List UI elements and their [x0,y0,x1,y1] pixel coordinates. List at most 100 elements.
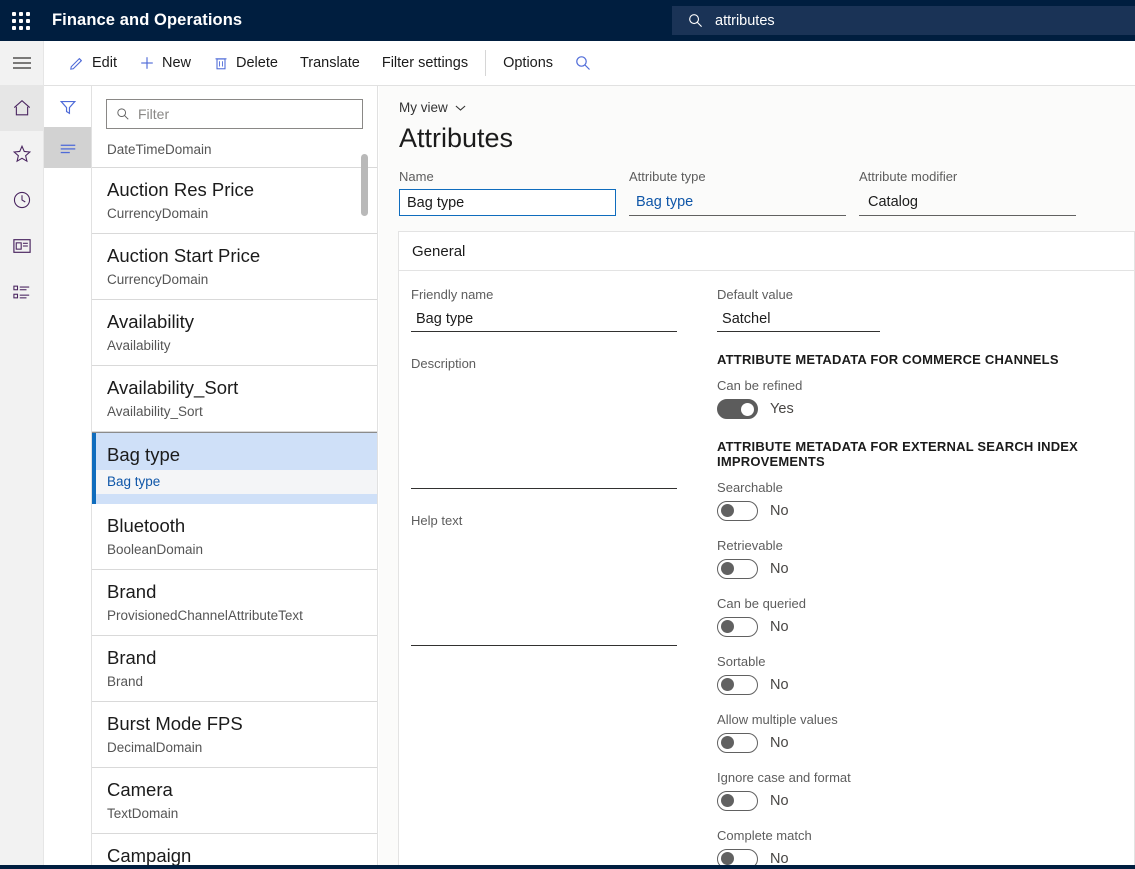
command-search-button[interactable] [564,41,609,86]
view-selector-label: My view [399,100,448,115]
help-text-label: Help text [411,513,677,528]
attribute-type-input[interactable]: Bag type [629,189,846,216]
toggle-value: Yes [770,401,794,417]
new-button[interactable]: New [128,41,202,86]
toggle-switch[interactable] [717,733,758,753]
clock-icon[interactable] [0,177,44,223]
search-icon [575,55,591,71]
list-item[interactable]: BrandProvisionedChannelAttributeText [92,570,377,636]
bottom-status-bar [0,865,1135,869]
toggle-switch[interactable] [717,501,758,521]
toggle-switch[interactable] [717,791,758,811]
filter-settings-button[interactable]: Filter settings [371,41,479,86]
header-fields: Name Bag type Attribute type Bag type At… [399,169,1135,216]
delete-button[interactable]: Delete [202,41,289,86]
list-item-selected[interactable]: Bag typeBag type [92,432,377,504]
general-left-column: Friendly name Bag type Description Help … [411,287,677,869]
name-input[interactable]: Bag type [399,189,616,216]
toggle-knob [741,403,754,416]
list-item-subtitle: DateTimeDomain [107,142,377,157]
toggle-row: Sortable No [717,654,1134,695]
toggle-label: Ignore case and format [717,770,1134,785]
command-bar-divider [485,50,486,76]
toggle-label: Sortable [717,654,1134,669]
default-value-group: Default value Satchel [717,287,1134,332]
general-section-header[interactable]: General [399,232,1134,271]
modules-list-icon[interactable] [0,269,44,315]
list-item-subtitle: DecimalDomain [107,738,377,757]
toggle-row: Can be queriedNo [717,596,1134,637]
friendly-name-input[interactable]: Bag type [411,306,677,332]
attributes-list-panel: Filter DateTimeDomain Auction Res PriceC… [92,86,378,869]
app-title: Finance and Operations [52,11,242,30]
toggle-control: No [717,501,1134,521]
star-icon[interactable] [0,131,44,177]
options-button[interactable]: Options [492,41,564,86]
list-item-title: Camera [107,777,377,802]
toggle-row: RetrievableNo [717,538,1134,579]
toggle-knob [721,504,734,517]
list-scrollbar-thumb[interactable] [361,154,368,216]
description-input[interactable] [411,375,677,489]
name-field-group: Name Bag type [399,169,616,216]
help-text-input[interactable] [411,532,677,646]
list-lines-icon[interactable] [44,127,91,168]
attribute-modifier-input[interactable]: Catalog [859,189,1076,216]
list-item-title: Brand [107,645,377,670]
search-icon [116,107,130,121]
toggle-control: No [717,733,1134,753]
plus-icon [139,55,155,71]
funnel-filter-icon[interactable] [44,86,91,127]
list-filter-input[interactable]: Filter [106,99,363,129]
toggle-knob [721,852,734,865]
list-item[interactable]: Camera TextDomain [92,768,377,834]
workspace-icon[interactable] [0,223,44,269]
translate-button[interactable]: Translate [289,41,371,86]
list-item[interactable]: BrandBrand [92,636,377,702]
list-filter-placeholder: Filter [138,106,169,122]
toggle-row: Complete matchNo [717,828,1134,869]
toggle-switch[interactable] [717,617,758,637]
toggle-value: No [770,735,789,751]
toggle-row: Searchable No [717,480,1134,521]
home-icon[interactable] [0,85,44,131]
list-item-partial[interactable]: DateTimeDomain [92,134,377,168]
list-item[interactable]: BluetoothBooleanDomain [92,504,377,570]
toggle-value: No [770,677,789,693]
list-item[interactable]: Auction Start PriceCurrencyDomain [92,234,377,300]
toggle-value: No [770,793,789,809]
waffle-grid-icon[interactable] [0,0,42,41]
list-item[interactable]: CampaignBooleanDomain [92,834,377,869]
default-value-input[interactable]: Satchel [717,306,880,332]
view-selector[interactable]: My view [399,100,466,115]
toggle-switch[interactable] [717,559,758,579]
list-item[interactable]: Availability_Sort Availability_Sort [92,366,377,432]
toggle-value: No [770,503,789,519]
toggle-switch[interactable] [717,399,758,419]
toggle-knob [721,736,734,749]
new-label: New [162,55,191,71]
page-title: Attributes [399,121,1135,155]
toggle-label: Searchable [717,480,1134,495]
description-group: Description [411,356,677,489]
hamburger-menu-icon[interactable] [0,41,44,85]
main-content-area: My view Attributes Name Bag type Attribu… [379,86,1135,869]
pencil-icon [69,55,85,71]
filter-settings-label: Filter settings [382,55,468,71]
list-item-subtitle: Availability_Sort [107,402,377,421]
list-item[interactable]: Burst Mode FPSDecimalDomain [92,702,377,768]
edit-button[interactable]: Edit [58,41,128,86]
list-item-title: Availability_Sort [107,375,377,400]
commerce-metadata-heading: ATTRIBUTE METADATA FOR COMMERCE CHANNELS [717,352,1134,367]
name-label: Name [399,169,616,184]
general-section-body: Friendly name Bag type Description Help … [399,271,1134,869]
toggle-control: No [717,559,1134,579]
attribute-modifier-field-group: Attribute modifier Catalog [859,169,1076,216]
toggle-switch[interactable] [717,675,758,695]
list-item[interactable]: AvailabilityAvailability [92,300,377,366]
global-search-box[interactable]: attributes [672,6,1135,35]
list-item[interactable]: Auction Res PriceCurrencyDomain [92,168,377,234]
toggle-label: Can be refined [717,378,1134,393]
list-item-subtitle: TextDomain [107,804,377,823]
description-label: Description [411,356,677,371]
